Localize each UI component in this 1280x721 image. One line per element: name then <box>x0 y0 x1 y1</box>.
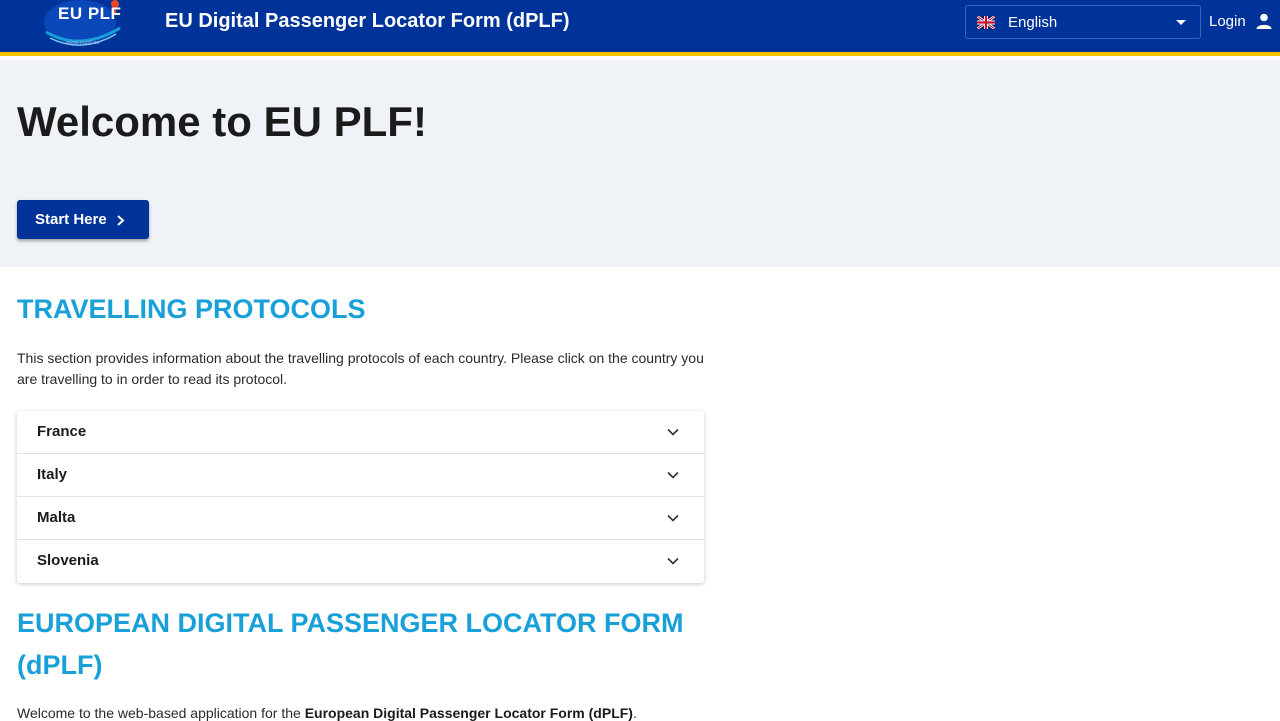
intro-suffix: . <box>632 705 637 721</box>
intro-bold-name: European Digital Passenger Locator Form … <box>304 705 633 721</box>
app-title: EU Digital Passenger Locator Form (dPLF) <box>165 10 570 32</box>
accordion-item-label: Slovenia <box>37 552 99 569</box>
page-title: Welcome to EU PLF! <box>17 98 427 145</box>
chevron-down-icon <box>667 557 679 565</box>
protocols-description: This section provides information about … <box>17 350 704 387</box>
dplf-intro-text: Welcome to the web-based application for… <box>17 705 637 721</box>
language-select[interactable]: English <box>965 5 1201 39</box>
logo-url: www.euplf.eu <box>66 40 100 46</box>
top-app-bar: EU PLF www.euplf.eu EU Digital Passenger… <box>0 0 1280 56</box>
accordion-item-france[interactable]: France <box>17 411 704 454</box>
accordion-item-slovenia[interactable]: Slovenia <box>17 540 704 583</box>
accordion-item-label: Italy <box>37 466 68 483</box>
intro-prefix: Welcome to the web-based application for… <box>17 705 305 721</box>
accordion-item-italy[interactable]: Italy <box>17 454 704 497</box>
logo-text: EU PLF <box>58 4 122 23</box>
accordion-item-label: Malta <box>37 509 76 526</box>
dplf-heading: EUROPEAN DIGITAL PASSENGER LOCATOR FORM … <box>17 608 684 680</box>
chevron-right-icon <box>117 215 125 226</box>
user-icon <box>1256 13 1272 29</box>
chevron-down-icon <box>667 514 679 522</box>
accordion-item-malta[interactable]: Malta <box>17 497 704 540</box>
start-here-label: Start Here <box>35 211 107 228</box>
start-here-button[interactable]: Start Here <box>17 200 149 239</box>
travelling-protocols-heading: TRAVELLING PROTOCOLS <box>17 294 366 324</box>
dropdown-caret-icon <box>1176 20 1186 25</box>
login-label: Login <box>1209 13 1246 30</box>
country-protocols-accordion: France Italy Malta Slovenia <box>17 411 704 583</box>
eu-plf-logo[interactable]: EU PLF www.euplf.eu <box>40 0 124 52</box>
hero-section: Welcome to EU PLF! Start Here <box>0 60 1280 267</box>
language-selected-label: English <box>1008 14 1058 31</box>
chevron-down-icon <box>667 428 679 436</box>
uk-flag-icon <box>977 16 995 29</box>
accordion-item-label: France <box>37 423 87 440</box>
chevron-down-icon <box>667 471 679 479</box>
